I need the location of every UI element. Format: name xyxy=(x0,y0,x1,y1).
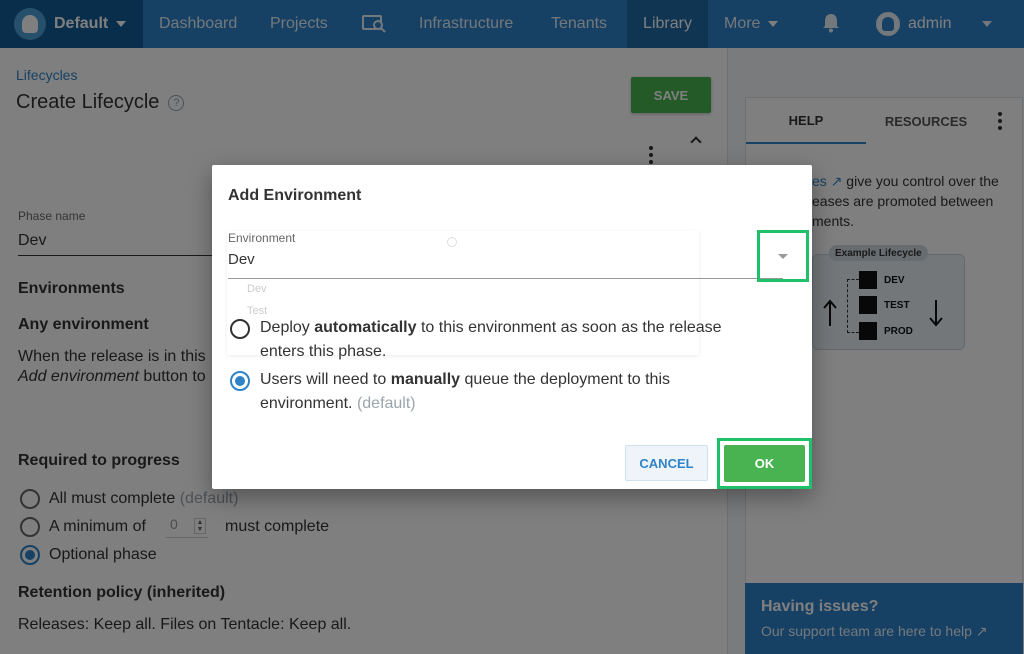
ok-button-highlight: OK xyxy=(717,438,812,489)
radio-manual-queue[interactable] xyxy=(230,371,250,391)
auto-text-a: Deploy xyxy=(260,319,315,336)
deploy-automatically-label: Deploy automatically to this environment… xyxy=(260,316,760,364)
dialog-title: Add Environment xyxy=(228,187,362,204)
dropdown-arrow-icon[interactable] xyxy=(757,230,809,282)
environment-underline xyxy=(228,278,783,279)
ghost-option: Dev xyxy=(247,283,267,295)
add-environment-dialog: Add Environment Dev Test Environment Dev… xyxy=(212,165,812,489)
manual-default: (default) xyxy=(356,395,416,412)
manual-text-a: Users will need to xyxy=(260,371,391,388)
manual-queue-label: Users will need to manually queue the de… xyxy=(260,368,760,416)
manual-text-b: manually xyxy=(390,371,461,388)
environment-label: Environment xyxy=(228,231,296,245)
auto-text-b: automatically xyxy=(314,319,417,336)
search-icon xyxy=(447,237,457,247)
environment-select[interactable]: Dev xyxy=(228,251,255,268)
ok-button[interactable]: OK xyxy=(724,445,805,482)
cancel-button[interactable]: CANCEL xyxy=(625,445,708,481)
radio-deploy-automatically[interactable] xyxy=(230,319,250,339)
